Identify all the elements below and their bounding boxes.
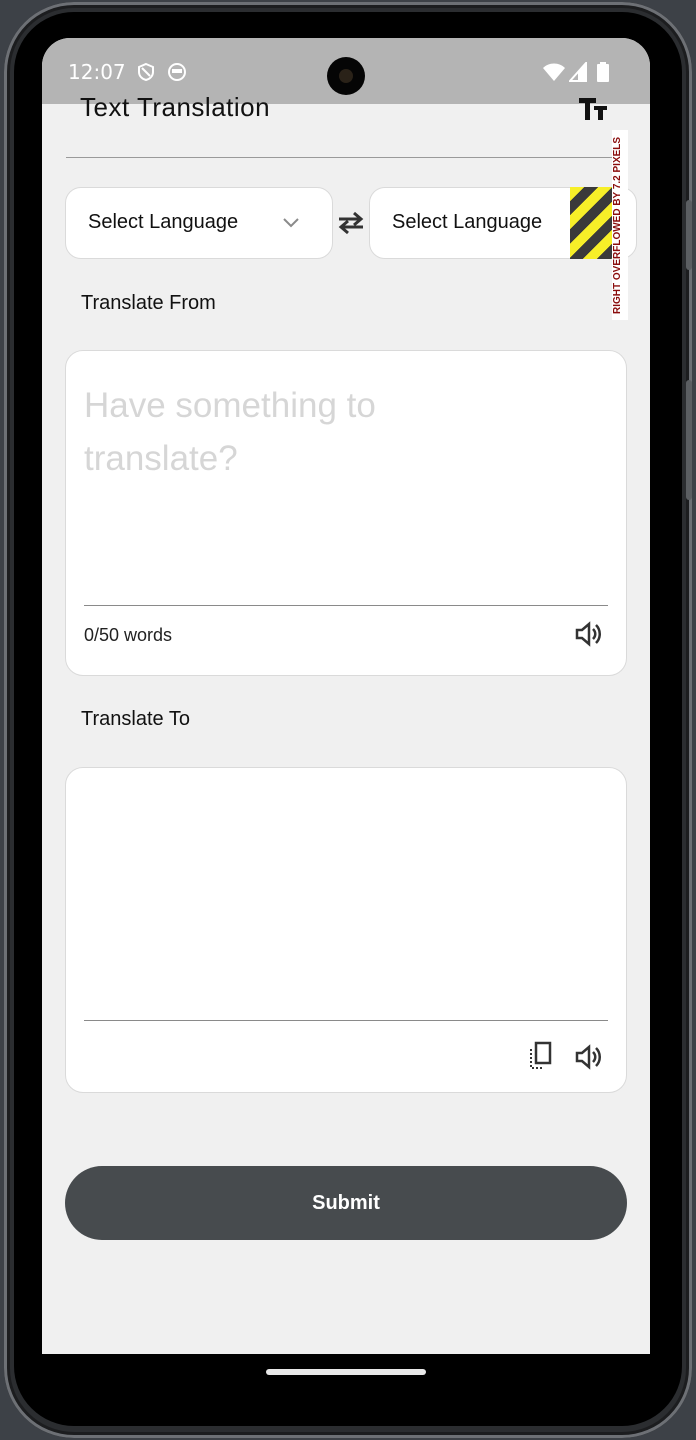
battery-icon	[596, 62, 610, 86]
source-text-input[interactable]	[84, 379, 504, 599]
face-icon	[167, 62, 187, 86]
chevron-down-icon	[282, 215, 300, 234]
submit-button[interactable]: Submit	[65, 1166, 627, 1240]
translated-text-output	[84, 796, 604, 1006]
text-size-icon[interactable]	[578, 96, 608, 126]
source-language-label: Select Language	[88, 211, 239, 233]
swap-icon[interactable]	[336, 210, 366, 240]
copy-icon[interactable]	[526, 1040, 556, 1076]
translate-from-label: Translate From	[81, 292, 216, 314]
target-language-label: Select Language	[392, 211, 543, 233]
gesture-navigation-bar[interactable]	[266, 1369, 426, 1375]
wifi-icon	[542, 62, 566, 86]
front-camera	[327, 57, 365, 95]
speaker-icon[interactable]	[574, 619, 604, 653]
phone-side-button	[686, 200, 692, 270]
page-title: Text Translation	[80, 92, 271, 122]
source-card-divider	[84, 605, 608, 606]
source-language-dropdown[interactable]: Select Language	[65, 187, 333, 259]
overflow-warning-stripes	[570, 187, 614, 259]
word-count: 0/50 words	[84, 625, 173, 645]
header-divider	[66, 157, 626, 158]
translate-to-label: Translate To	[81, 708, 190, 730]
app-screen: 12:07 Text Translation Select Language S…	[42, 38, 650, 1354]
status-time: 12:07	[68, 60, 126, 84]
phone-side-button	[686, 380, 692, 500]
shield-icon	[136, 62, 156, 86]
overflow-warning-text: RIGHT OVERFLOWED BY 7.2 PIXELS	[612, 130, 628, 320]
translated-text-card	[65, 767, 627, 1093]
speaker-icon[interactable]	[574, 1042, 604, 1076]
source-text-card: 0/50 words	[65, 350, 627, 676]
signal-icon	[567, 60, 587, 86]
target-card-divider	[84, 1020, 608, 1021]
